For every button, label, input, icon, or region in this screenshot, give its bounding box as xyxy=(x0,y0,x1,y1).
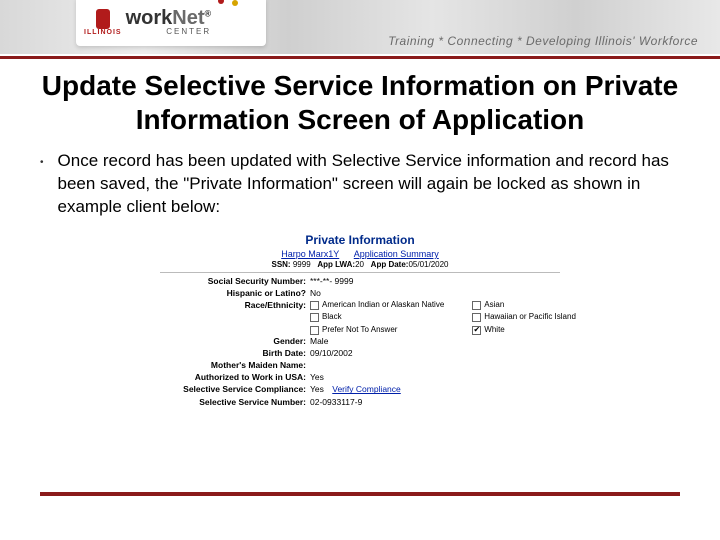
label-birth: Birth Date: xyxy=(160,348,310,359)
value-compliance: Yes Verify Compliance xyxy=(310,384,560,395)
bullet-text: Once record has been updated with Select… xyxy=(58,150,680,219)
value-auth: Yes xyxy=(310,372,560,383)
panel-heading: Private Information xyxy=(160,233,560,247)
logo: ILLINOIS workNet® CENTER xyxy=(76,0,266,46)
link-app-summary[interactable]: Application Summary xyxy=(348,249,445,259)
cb-asian[interactable]: Asian xyxy=(472,300,576,310)
link-verify-compliance[interactable]: Verify Compliance xyxy=(326,384,401,394)
race-checkboxes: American Indian or Alaskan Native Black … xyxy=(310,300,576,335)
label-race: Race/Ethnicity: xyxy=(160,300,310,311)
label-compliance: Selective Service Compliance: xyxy=(160,384,310,395)
label-maiden: Mother's Maiden Name: xyxy=(160,360,310,371)
header-tagline: Training * Connecting * Developing Illin… xyxy=(388,34,698,48)
value-ss-number: 02-0933117-9 xyxy=(310,397,560,408)
logo-wordmark: workNet® xyxy=(126,8,212,28)
value-birth: 09/10/2002 xyxy=(310,348,560,359)
screenshot-panel: Private Information Harpo Marx1Y Applica… xyxy=(160,233,560,408)
cb-aian[interactable]: American Indian or Alaskan Native xyxy=(310,300,444,310)
label-gender: Gender: xyxy=(160,336,310,347)
cb-pna[interactable]: Prefer Not To Answer xyxy=(310,325,444,335)
label-hispanic: Hispanic or Latino? xyxy=(160,288,310,299)
slide-header: ILLINOIS workNet® CENTER Training * Conn… xyxy=(0,0,720,54)
bullet-dot: • xyxy=(40,156,44,219)
label-ssn: Social Security Number: xyxy=(160,276,310,287)
panel-links: Harpo Marx1Y Application Summary xyxy=(160,249,560,259)
footer-rule xyxy=(40,492,680,496)
link-client-name[interactable]: Harpo Marx1Y xyxy=(275,249,345,259)
label-auth: Authorized to Work in USA: xyxy=(160,372,310,383)
value-gender: Male xyxy=(310,336,560,347)
logo-subtext: CENTER xyxy=(126,28,212,36)
logo-dots xyxy=(218,0,240,6)
value-hispanic: No xyxy=(310,288,560,299)
panel-summary-line: SSN: 9999 App LWA:20 App Date:05/01/2020 xyxy=(160,260,560,269)
bullet-item: • Once record has been updated with Sele… xyxy=(0,142,720,223)
label-ss-number: Selective Service Number: xyxy=(160,397,310,408)
cb-hpi[interactable]: Hawaiian or Pacific Island xyxy=(472,312,576,322)
slide-title: Update Selective Service Information on … xyxy=(0,59,720,142)
value-ssn: ***-**- 9999 xyxy=(310,276,560,287)
cb-white[interactable]: ✔White xyxy=(472,325,576,335)
cb-black[interactable]: Black xyxy=(310,312,444,322)
logo-state: ILLINOIS xyxy=(84,9,122,36)
